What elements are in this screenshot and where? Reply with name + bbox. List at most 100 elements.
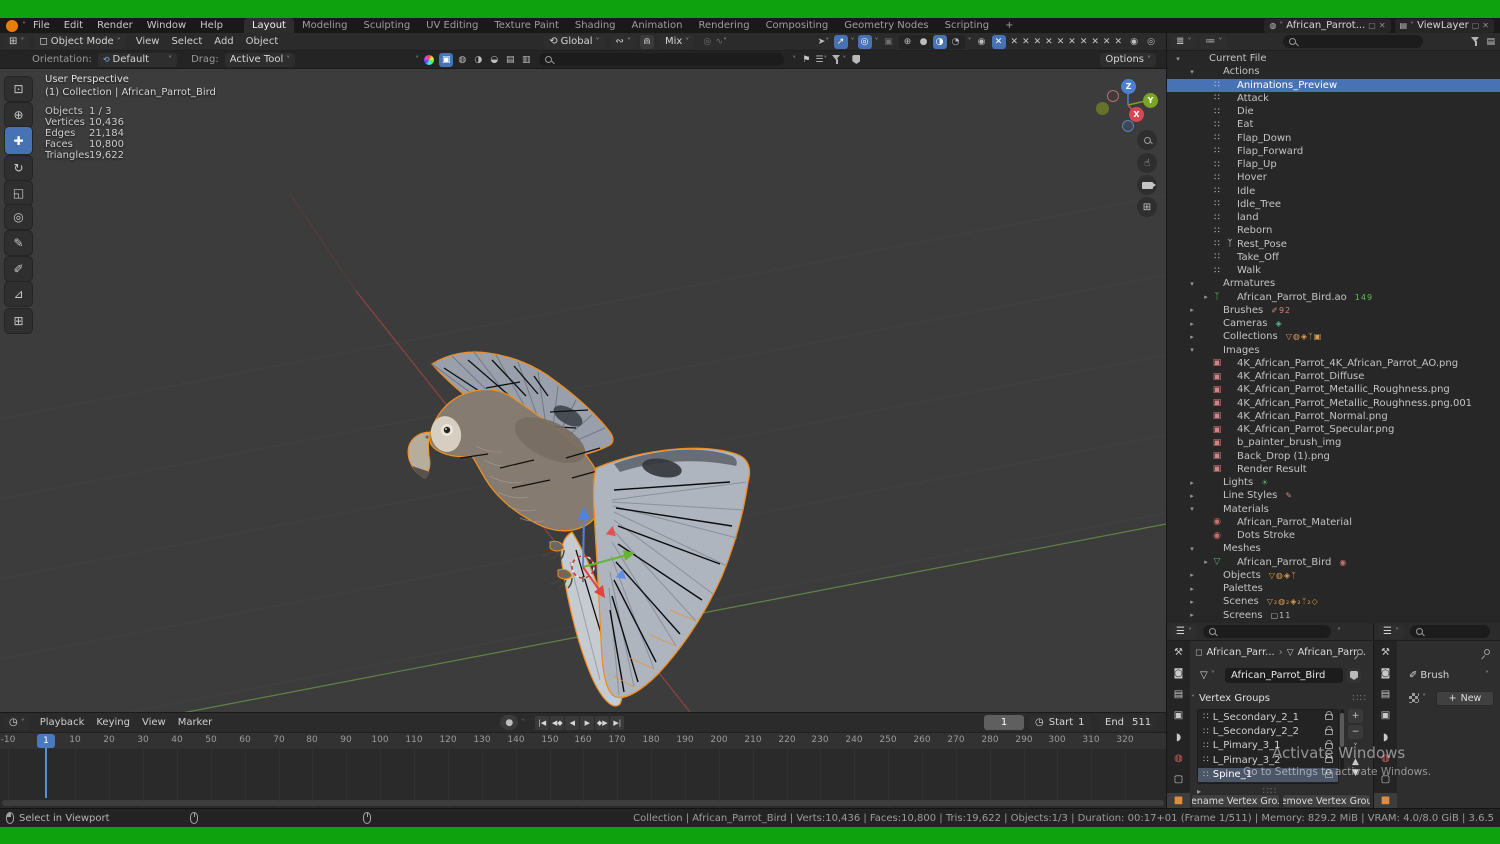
auto-keying-button[interactable]: ● — [500, 715, 519, 730]
tab-tool[interactable]: ⚒ — [1374, 645, 1397, 660]
transform-tool[interactable]: ◎ — [5, 205, 32, 229]
outliner-row[interactable]: ▣ 4K_African_Parrot_Normal.png — [1167, 410, 1500, 423]
camera-view-button[interactable] — [1137, 175, 1157, 195]
expand-icon[interactable]: ▸ — [1187, 333, 1197, 341]
close-scene-icon[interactable]: ✕ — [1379, 21, 1386, 30]
list-scrollbar[interactable] — [1340, 709, 1344, 769]
breadcrumb-object-name[interactable]: African_Parr... — [1206, 647, 1274, 658]
workspace-tab[interactable]: Texture Paint — [486, 18, 567, 33]
workspace-tab[interactable]: Modeling — [294, 18, 356, 33]
fake-user-shield-button[interactable] — [1347, 668, 1361, 683]
expand-icon[interactable]: ▸ — [1187, 585, 1197, 593]
workspace-tab[interactable]: Rendering — [690, 18, 757, 33]
vertex-group-row[interactable]: ∷ L_Pimary_3_2 — [1198, 753, 1338, 767]
outliner-row[interactable]: ∷ Flap_Forward — [1167, 145, 1500, 158]
texture-type-dropdown[interactable]: ˅ — [1404, 691, 1431, 705]
tab-view-layer[interactable]: ▣ — [1374, 708, 1397, 723]
outliner-row[interactable]: ∷ Die — [1167, 105, 1500, 118]
falloff-preset-icon[interactable]: ▤ — [503, 53, 517, 67]
expand-icon[interactable]: ▸ — [1187, 492, 1197, 500]
expand-icon[interactable]: ▾ — [1187, 545, 1197, 553]
outliner-row[interactable]: ▣ 4K_African_Parrot_Specular.png — [1167, 423, 1500, 436]
playhead-line[interactable] — [45, 748, 47, 798]
axis-neg-z-ball[interactable] — [1122, 120, 1134, 132]
shading-mode-button[interactable]: ⊕ — [901, 35, 915, 49]
outliner-row[interactable]: ▣ 4K_African_Parrot_Diffuse — [1167, 370, 1500, 383]
axis-x-ball[interactable]: X — [1129, 107, 1144, 122]
copy-scene-icon[interactable]: ▢ — [1368, 21, 1376, 30]
shield-icon[interactable] — [852, 55, 861, 64]
shading-mode-button[interactable]: ● — [917, 35, 931, 49]
tab-output[interactable]: ▤ — [1374, 687, 1397, 702]
outliner-editor-type-button[interactable]: ≣ ˅ — [1171, 34, 1197, 49]
brush-selector[interactable]: ✐ Brush ˅ — [1404, 668, 1494, 682]
add-workspace-button[interactable]: + — [997, 18, 1021, 33]
menu-item[interactable]: Help — [193, 18, 230, 33]
navigation-gizmo[interactable]: Z Y X — [1094, 73, 1164, 137]
expand-icon[interactable]: ▸ — [1201, 558, 1211, 566]
scrollbar-thumb[interactable] — [1340, 713, 1344, 747]
missing-icon[interactable]: ✕ — [1078, 37, 1090, 47]
magnet-toggle[interactable]: ⋒ — [639, 34, 654, 49]
tool-search-input[interactable] — [539, 53, 785, 66]
vertex-group-specials-button[interactable]: ˅ — [1348, 741, 1363, 755]
menu-item[interactable]: Render — [90, 18, 140, 33]
tab-world[interactable]: ◍ — [1167, 751, 1190, 766]
datablock-name-field[interactable]: African_Parrot_Bird — [1225, 668, 1343, 683]
jump-start-button[interactable]: |◀ — [535, 715, 550, 730]
outliner-row[interactable]: ▸ Cameras ◈ — [1167, 317, 1500, 330]
outliner-row[interactable]: ∷ Flap_Down — [1167, 132, 1500, 145]
move-tool[interactable]: ✚ — [5, 127, 32, 154]
outliner-row[interactable]: ▣ 4K_African_Parrot_Metallic_Roughness.p… — [1167, 383, 1500, 396]
outliner-options-icon[interactable]: ▤ — [1486, 37, 1495, 47]
tab-view-layer[interactable]: ▣ — [1167, 708, 1190, 723]
outliner-row[interactable]: ∷ Hover — [1167, 171, 1500, 184]
tab-scene[interactable]: ◗ — [1374, 730, 1397, 745]
draw-tool[interactable]: ✐ — [5, 257, 32, 281]
menu-item[interactable]: File — [26, 18, 57, 33]
color-wheel-icon[interactable] — [424, 54, 435, 65]
timeline-menu-item[interactable]: Playback — [34, 717, 91, 728]
outliner-row[interactable]: ▸ Lights ☀ — [1167, 476, 1500, 489]
outliner-row[interactable]: ∷ Eat — [1167, 118, 1500, 131]
workspace-tab[interactable]: Geometry Nodes — [836, 18, 936, 33]
outliner-row[interactable]: ◉ African_Parrot_Material — [1167, 516, 1500, 529]
falloff-preset-icon[interactable]: ◑ — [471, 53, 485, 67]
falloff-preset-icon[interactable]: ◍ — [455, 53, 469, 67]
transform-orientation-dropdown[interactable]: ⟲ Global ˅ — [544, 34, 605, 49]
measure-tool[interactable]: ⊿ — [5, 282, 32, 306]
unknown-toggle[interactable]: ✕ — [991, 34, 1006, 49]
move-group-down-button[interactable]: ▼ — [1348, 768, 1363, 778]
outliner-row[interactable]: ∷ Take_Off — [1167, 251, 1500, 264]
timeline-editor-type-button[interactable]: ◷ ˅ — [4, 715, 30, 730]
tab-tool[interactable]: ⚒ — [1167, 645, 1190, 660]
blender-logo-icon[interactable] — [6, 19, 18, 32]
annotate-tool[interactable]: ✎ — [5, 231, 32, 255]
zoom-view-button[interactable] — [1137, 130, 1157, 150]
add-cube-tool[interactable]: ⊞ — [5, 309, 32, 333]
tab-world[interactable]: ◍ — [1374, 751, 1397, 766]
tab-render[interactable]: ◙ — [1374, 666, 1397, 681]
axis-y-ball[interactable]: Y — [1143, 93, 1158, 108]
pan-view-button[interactable]: ☝ — [1137, 153, 1157, 173]
copy-layer-icon[interactable]: ▢ — [1472, 21, 1480, 30]
axis-z-ball[interactable]: Z — [1121, 79, 1136, 94]
selectability-dropdown[interactable]: ➤ ˅ — [817, 35, 831, 49]
gizmo-toggle[interactable]: ↗ — [833, 34, 848, 49]
tab-render[interactable]: ◙ — [1167, 666, 1190, 681]
current-frame-field[interactable]: 1 — [984, 715, 1024, 730]
outliner-filter-icon[interactable] — [1471, 37, 1480, 46]
properties-editor-type-button[interactable]: ☰ ˅ — [1171, 624, 1197, 639]
mode-dropdown[interactable]: ◻ Object Mode ˅ — [34, 34, 126, 49]
expand-icon[interactable]: ▸ — [1187, 598, 1197, 606]
scene-selector[interactable]: ◍ ˅ African_Parrot... ▢ ✕ — [1264, 18, 1391, 33]
missing-icon[interactable]: ✕ — [1101, 37, 1113, 47]
vertex-group-row[interactable]: ∷ L_Secondary_2_1 — [1198, 710, 1338, 724]
outliner-row[interactable]: ∷ Flap_Up — [1167, 158, 1500, 171]
workspace-tab[interactable]: Scripting — [937, 18, 997, 33]
panel-grip-icon[interactable]: ∷∷ — [1352, 693, 1367, 704]
viewport-menu-item[interactable]: Add — [208, 36, 239, 47]
vertex-groups-panel-header[interactable]: ˅ Vertex Groups ∷∷ — [1191, 693, 1367, 704]
filter-dropdown[interactable]: ˅ — [832, 55, 846, 64]
outliner-row[interactable]: ▾ Actions — [1167, 65, 1500, 78]
